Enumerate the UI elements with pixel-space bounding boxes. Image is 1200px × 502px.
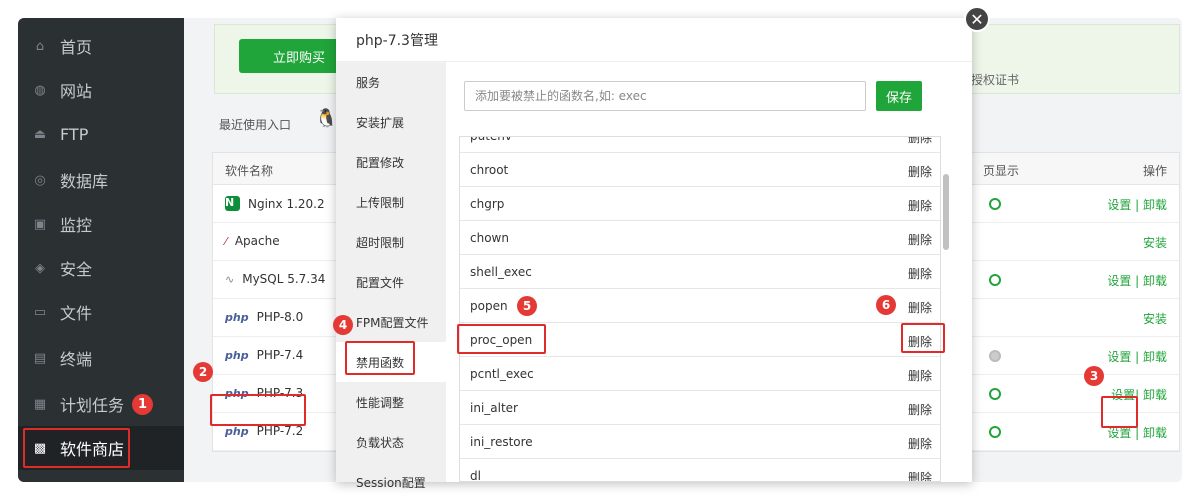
install-link[interactable]: 安装 xyxy=(1143,310,1167,327)
function-name-input[interactable] xyxy=(464,81,866,111)
apache-icon: ⁄ xyxy=(225,234,227,248)
nav-disabled-functions[interactable]: 禁用函数 xyxy=(336,342,446,382)
php-manager-dialog: php-7.3管理 ✕ 服务 安装扩展 配置修改 上传限制 超时限制 配置文件 … xyxy=(336,6,990,490)
col-action: 操作 xyxy=(1142,164,1167,178)
toggle[interactable] xyxy=(989,274,1001,286)
row-actions[interactable]: 设置 | 卸载 xyxy=(1107,196,1167,213)
annotation-1: 1 xyxy=(132,393,154,415)
sidebar-item-monitor[interactable]: ▣ 监控 xyxy=(18,202,184,246)
col-display: 页显示 xyxy=(983,164,1020,178)
calendar-icon: ▦ xyxy=(33,396,47,412)
folder-icon: ▭ xyxy=(33,304,47,320)
annotation-2: 2 xyxy=(193,362,213,382)
delete-button[interactable]: 删除 xyxy=(908,333,932,350)
sidebar: ⌂ 首页 ◍ 网站 ⏏ FTP ◎ 数据库 ▣ 监控 ◈ 安全 ▭ 文件 ▤ 终端 ▦ 计划任务 1… xyxy=(18,18,184,482)
mysql-icon: ∿ xyxy=(225,272,235,286)
dialog-nav: 服务 安装扩展 配置修改 上传限制 超时限制 配置文件 FPM配置文件 禁用函数… xyxy=(336,62,446,490)
list-item: chgrp 删除 xyxy=(460,187,940,221)
nav-config-file[interactable]: 配置文件 xyxy=(336,262,446,302)
row-actions[interactable]: 设置 | 卸载 xyxy=(1107,424,1167,441)
php-icon: php xyxy=(225,348,249,362)
sidebar-item-website[interactable]: ◍ 网站 xyxy=(18,68,184,112)
col-software-name: 软件名称 xyxy=(225,164,274,178)
nav-config-edit[interactable]: 配置修改 xyxy=(336,142,446,182)
annotation-3: 3 xyxy=(1084,366,1104,386)
row-actions: 设置| 卸载 xyxy=(1111,386,1167,403)
toggle[interactable] xyxy=(989,388,1001,400)
recent-entry-label: 最近使用入口 xyxy=(219,118,292,132)
sidebar-item-home[interactable]: ⌂ 首页 xyxy=(18,24,184,68)
delete-button[interactable]: 删除 xyxy=(908,197,932,214)
sidebar-item-database[interactable]: ◎ 数据库 xyxy=(18,158,184,202)
list-scrollbar[interactable] xyxy=(943,174,949,250)
toggle[interactable] xyxy=(989,198,1001,210)
row-actions[interactable]: 设置 | 卸载 xyxy=(1107,348,1167,365)
row-actions[interactable]: 设置 | 卸载 xyxy=(1107,272,1167,289)
nav-install-extensions[interactable]: 安装扩展 xyxy=(336,102,446,142)
delete-button[interactable]: 删除 xyxy=(908,469,932,481)
shield-icon: ◈ xyxy=(35,260,45,276)
list-item: chroot 删除 xyxy=(460,153,940,187)
list-item-proc-open: proc_open 删除 xyxy=(460,323,940,357)
delete-button[interactable]: 删除 xyxy=(908,367,932,384)
nav-session-config[interactable]: Session配置 xyxy=(336,462,446,502)
linux-icon[interactable]: 🐧 xyxy=(315,108,337,129)
database-icon: ◎ xyxy=(34,172,46,188)
close-icon[interactable]: ✕ xyxy=(964,6,990,32)
install-link[interactable]: 安装 xyxy=(1143,234,1167,251)
list-item: chown 删除 xyxy=(460,221,940,255)
nav-load-status[interactable]: 负载状态 xyxy=(336,422,446,462)
php-icon: php xyxy=(225,424,249,438)
php-icon: php xyxy=(225,310,249,324)
toggle[interactable] xyxy=(989,350,1001,362)
grid-icon: ▩ xyxy=(33,440,47,456)
sidebar-item-app-store[interactable]: ▩ 软件商店 xyxy=(18,426,184,470)
list-item: dl 删除 xyxy=(460,459,940,481)
globe-icon: ◍ xyxy=(34,82,46,98)
php-icon: php xyxy=(225,386,249,400)
delete-button[interactable]: 删除 xyxy=(908,265,932,282)
uninstall-link[interactable]: | 卸载 xyxy=(1135,388,1167,402)
home-icon: ⌂ xyxy=(35,38,45,54)
nginx-icon: N xyxy=(225,196,240,211)
ftp-icon: ⏏ xyxy=(33,126,47,142)
nav-service[interactable]: 服务 xyxy=(336,62,446,102)
sidebar-item-files[interactable]: ▭ 文件 xyxy=(18,290,184,334)
nav-upload-limit[interactable]: 上传限制 xyxy=(336,182,446,222)
annotation-5: 5 xyxy=(517,296,537,316)
nav-performance[interactable]: 性能调整 xyxy=(336,382,446,422)
delete-button[interactable]: 删除 xyxy=(908,401,932,418)
delete-button[interactable]: 删除 xyxy=(908,435,932,452)
delete-button[interactable]: 删除 xyxy=(908,137,932,146)
nav-timeout-limit[interactable]: 超时限制 xyxy=(336,222,446,262)
terminal-icon: ▤ xyxy=(33,350,47,366)
toggle[interactable] xyxy=(989,426,1001,438)
sidebar-item-security[interactable]: ◈ 安全 xyxy=(18,246,184,290)
annotation-4: 4 xyxy=(333,315,353,335)
sidebar-item-cron[interactable]: ▦ 计划任务 1 xyxy=(18,382,184,426)
delete-button[interactable]: 删除 xyxy=(908,231,932,248)
settings-link[interactable]: 设置 xyxy=(1111,388,1135,402)
annotation-6: 6 xyxy=(876,295,896,315)
delete-button[interactable]: 删除 xyxy=(908,299,932,316)
list-item: ini_restore 删除 xyxy=(460,425,940,459)
sidebar-item-terminal[interactable]: ▤ 终端 xyxy=(18,336,184,380)
sidebar-item-ftp[interactable]: ⏏ FTP xyxy=(18,112,184,156)
dialog-title: php-7.3管理 xyxy=(336,18,972,62)
save-button[interactable]: 保存 xyxy=(876,81,922,111)
list-item: putenv 删除 xyxy=(460,137,940,153)
list-item: pcntl_exec 删除 xyxy=(460,357,940,391)
list-item: ini_alter 删除 xyxy=(460,391,940,425)
monitor-icon: ▣ xyxy=(33,216,47,232)
list-item: shell_exec 删除 xyxy=(460,255,940,289)
delete-button[interactable]: 删除 xyxy=(908,163,932,180)
